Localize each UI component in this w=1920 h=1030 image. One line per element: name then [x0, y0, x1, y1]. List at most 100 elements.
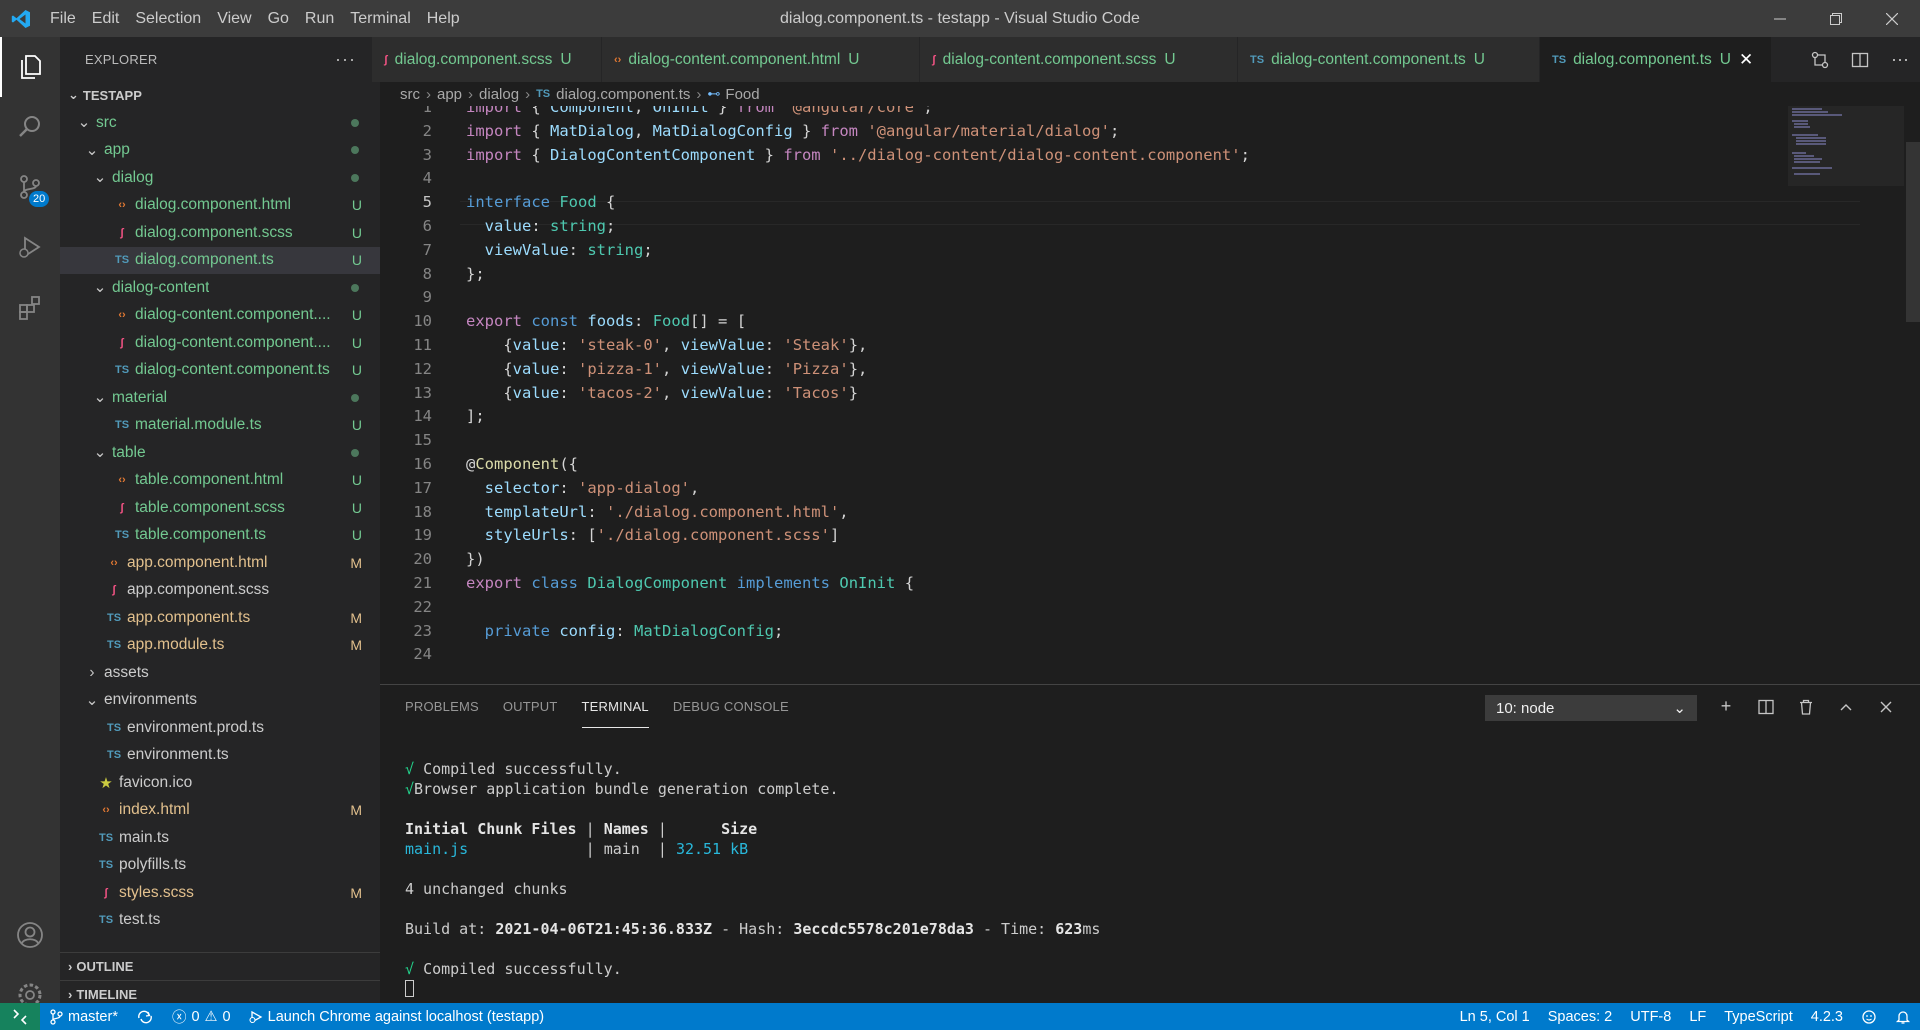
- close-window-button[interactable]: [1864, 0, 1920, 37]
- split-terminal-icon[interactable]: [1746, 699, 1786, 715]
- close-tab-icon[interactable]: ✕: [1739, 50, 1753, 70]
- tree-folder[interactable]: ⌄ table: [60, 439, 380, 467]
- run-debug-icon[interactable]: [0, 217, 60, 277]
- problems-status[interactable]: ⓧ 0 ⚠ 0: [163, 1006, 240, 1027]
- tree-folder[interactable]: ⌄ src: [60, 109, 380, 137]
- scrollbar-thumb[interactable]: [1906, 142, 1920, 322]
- code-text: import { DialogContentComponent } from '…: [466, 145, 1250, 164]
- explorer-icon[interactable]: [0, 37, 60, 97]
- new-terminal-icon[interactable]: +: [1706, 696, 1746, 717]
- tree-file[interactable]: TS dialog.component.ts U: [60, 246, 380, 274]
- tree-folder[interactable]: ⌄ material: [60, 384, 380, 412]
- tree-file[interactable]: TS material.module.ts U: [60, 412, 380, 440]
- window-controls: [1752, 0, 1920, 37]
- explorer-title: EXPLORER: [85, 51, 158, 67]
- accounts-icon[interactable]: [0, 905, 60, 965]
- open-changes-icon[interactable]: [1800, 51, 1840, 69]
- close-panel-icon[interactable]: [1866, 701, 1906, 713]
- tree-file[interactable]: ‹› table.component.html U: [60, 467, 380, 495]
- tree-file[interactable]: TS environment.prod.ts: [60, 714, 380, 742]
- tree-file[interactable]: ★ favicon.ico: [60, 769, 380, 797]
- breadcrumb-file[interactable]: dialog.component.ts: [556, 86, 690, 103]
- minimap[interactable]: [1788, 106, 1908, 186]
- menu-run[interactable]: Run: [297, 0, 342, 37]
- end-of-line[interactable]: LF: [1680, 1009, 1715, 1025]
- line-number: 17: [413, 478, 432, 497]
- tree-folder[interactable]: ⌄ environments: [60, 687, 380, 715]
- terminal-select[interactable]: 10: node ⌄: [1485, 695, 1697, 721]
- tree-file[interactable]: ʃ dialog.component.scss U: [60, 219, 380, 247]
- tree-file[interactable]: TS test.ts: [60, 907, 380, 935]
- tab-dialog-component-scss[interactable]: ʃ dialog.component.scss U: [372, 37, 602, 82]
- panel-tab-problems[interactable]: PROBLEMS: [405, 685, 479, 728]
- tab-dialog-component-ts[interactable]: TS dialog.component.ts U ✕: [1540, 37, 1772, 82]
- tree-folder[interactable]: ⌄ dialog-content: [60, 274, 380, 302]
- menu-view[interactable]: View: [209, 0, 259, 37]
- sync-icon[interactable]: [127, 1010, 163, 1024]
- tree-folder[interactable]: ⌄ app: [60, 137, 380, 165]
- tree-file[interactable]: TS table.component.ts U: [60, 522, 380, 550]
- search-icon[interactable]: [0, 97, 60, 157]
- tree-file[interactable]: TS dialog-content.component.ts U: [60, 357, 380, 385]
- tree-file[interactable]: ʃ app.component.scss: [60, 577, 380, 605]
- tree-file[interactable]: ʃ table.component.scss U: [60, 494, 380, 522]
- cursor-position[interactable]: Ln 5, Col 1: [1451, 1009, 1539, 1025]
- menu-help[interactable]: Help: [419, 0, 468, 37]
- split-editor-icon[interactable]: [1840, 51, 1880, 69]
- indentation[interactable]: Spaces: 2: [1539, 1009, 1622, 1025]
- breadcrumb-dialog[interactable]: dialog: [479, 86, 519, 103]
- tree-file[interactable]: ‹› dialog-content.component.... U: [60, 302, 380, 330]
- launch-config-status[interactable]: Launch Chrome against localhost (testapp…: [240, 1009, 553, 1025]
- minimize-button[interactable]: [1752, 0, 1808, 37]
- menu-selection[interactable]: Selection: [127, 0, 209, 37]
- menu-file[interactable]: File: [42, 0, 84, 37]
- breadcrumb-symbol[interactable]: Food: [725, 86, 759, 103]
- tree-file[interactable]: ʃ styles.scss M: [60, 879, 380, 907]
- timeline-section[interactable]: › TIMELINE: [60, 980, 380, 1003]
- scss-file-icon: ʃ: [120, 226, 124, 239]
- tree-file[interactable]: TS app.module.ts M: [60, 632, 380, 660]
- current-line-highlight: [460, 201, 1860, 225]
- tree-file[interactable]: ʃ dialog-content.component.... U: [60, 329, 380, 357]
- menu-edit[interactable]: Edit: [84, 0, 128, 37]
- tree-file[interactable]: TS environment.ts: [60, 742, 380, 770]
- tree-file[interactable]: TS main.ts: [60, 824, 380, 852]
- tree-file[interactable]: ‹› dialog.component.html U: [60, 192, 380, 220]
- extensions-icon[interactable]: [0, 277, 60, 337]
- notifications-bell-icon[interactable]: [1886, 1009, 1920, 1025]
- editor-scrollbar[interactable]: [1904, 106, 1920, 684]
- menu-go[interactable]: Go: [260, 0, 297, 37]
- more-editor-actions-icon[interactable]: ···: [1880, 49, 1920, 70]
- maximize-panel-icon[interactable]: [1826, 700, 1866, 714]
- remote-indicator-icon[interactable]: [0, 1003, 40, 1030]
- encoding[interactable]: UTF-8: [1621, 1009, 1680, 1025]
- tab-status: U: [1473, 50, 1485, 68]
- restore-button[interactable]: [1808, 0, 1864, 37]
- menu-terminal[interactable]: Terminal: [342, 0, 418, 37]
- tree-file[interactable]: ‹› index.html M: [60, 797, 380, 825]
- ts-version[interactable]: 4.2.3: [1802, 1009, 1852, 1025]
- outline-section[interactable]: › OUTLINE: [60, 952, 380, 980]
- tab-dialog-content-component-html[interactable]: ‹› dialog-content.component.html U: [602, 37, 920, 82]
- breadcrumb-app[interactable]: app: [437, 86, 462, 103]
- feedback-icon[interactable]: [1852, 1009, 1886, 1025]
- panel-tab-debug-console[interactable]: DEBUG CONSOLE: [673, 685, 789, 728]
- tree-file[interactable]: ‹› app.component.html M: [60, 549, 380, 577]
- typescript-file-icon: TS: [106, 749, 122, 762]
- tree-folder[interactable]: › assets: [60, 659, 380, 687]
- tree-folder[interactable]: ⌄ dialog: [60, 164, 380, 192]
- panel-tab-output[interactable]: OUTPUT: [503, 685, 558, 728]
- tree-file[interactable]: TS polyfills.ts: [60, 852, 380, 880]
- language-mode[interactable]: TypeScript: [1715, 1009, 1802, 1025]
- source-control-icon[interactable]: 20: [0, 157, 60, 217]
- tab-dialog-content-component-scss[interactable]: ʃ dialog-content.component.scss U: [920, 37, 1238, 82]
- more-actions-icon[interactable]: ···: [335, 49, 356, 70]
- panel-tab-terminal[interactable]: TERMINAL: [581, 685, 649, 728]
- code-editor[interactable]: 1 import { Component, OnInit } from '@ang…: [380, 106, 1920, 684]
- tree-file[interactable]: TS app.component.ts M: [60, 604, 380, 632]
- breadcrumb-src[interactable]: src: [400, 86, 420, 103]
- branch-status[interactable]: master*: [40, 1009, 127, 1025]
- tab-dialog-content-component-ts[interactable]: TS dialog-content.component.ts U: [1238, 37, 1540, 82]
- trash-icon[interactable]: [1786, 699, 1826, 715]
- workspace-root[interactable]: ⌄ TESTAPP: [60, 81, 380, 109]
